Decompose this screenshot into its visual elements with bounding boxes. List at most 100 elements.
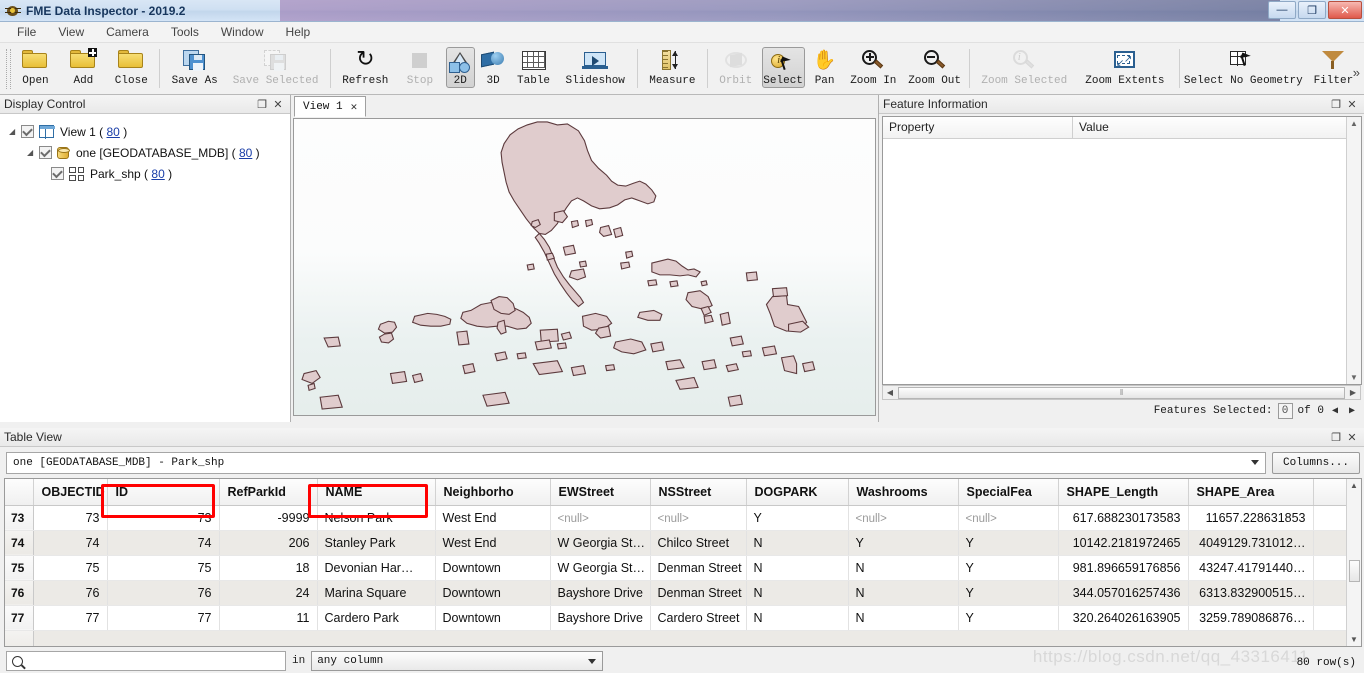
prev-feature-icon[interactable]: ◀	[1329, 405, 1341, 417]
tree-item-park-shp[interactable]: Park_shp ( 80 )	[5, 163, 289, 184]
column-header-objectid[interactable]: OBJECTID	[33, 479, 108, 506]
row-number[interactable]: 74	[5, 530, 34, 556]
checkbox-view-1[interactable]	[21, 125, 34, 138]
column-header-value[interactable]: Value	[1073, 117, 1115, 138]
next-feature-icon[interactable]: ▶	[1346, 405, 1358, 417]
column-header-ewstreet[interactable]: EWStreet	[550, 479, 651, 506]
tab-view-1[interactable]: View 1 ✕	[294, 96, 367, 117]
maximize-button[interactable]: ❐	[1298, 1, 1326, 19]
menu-item-help[interactable]: Help	[275, 23, 322, 41]
search-scope-select[interactable]: any column	[311, 651, 604, 671]
column-header-specialfea[interactable]: SpecialFea	[958, 479, 1059, 506]
row-number[interactable]: 76	[5, 580, 34, 606]
column-header-id[interactable]: ID	[107, 479, 220, 506]
scroll-down-icon[interactable]: ▼	[1350, 633, 1358, 646]
column-header-shape-area[interactable]: SHAPE_Area	[1188, 479, 1314, 506]
toolbar-button-measure[interactable]: Measure	[642, 43, 703, 94]
cell-specialfea: <null>	[958, 505, 1059, 531]
row-header-corner[interactable]	[5, 479, 34, 506]
column-header-washrooms[interactable]: Washrooms	[848, 479, 959, 506]
cell-objectid: 76	[33, 580, 108, 606]
column-header-refparkid[interactable]: RefParkId	[219, 479, 318, 506]
float-icon[interactable]: ❐	[1328, 430, 1344, 445]
toolbar-button-refresh[interactable]: ↻ Refresh	[335, 43, 396, 94]
scroll-down-icon[interactable]: ▼	[1350, 371, 1358, 384]
column-header-nsstreet[interactable]: NSStreet	[650, 479, 747, 506]
row-number[interactable]: 77	[5, 605, 34, 631]
column-header-name[interactable]: NAME	[317, 479, 436, 506]
tree-count-view-1[interactable]: 80	[107, 125, 120, 139]
feature-information-vscrollbar[interactable]: ▲ ▼	[1346, 117, 1361, 384]
close-icon[interactable]: ✕	[1344, 97, 1360, 112]
scroll-left-icon[interactable]: ◀	[883, 388, 897, 397]
float-icon[interactable]: ❐	[254, 97, 270, 112]
twisty-icon[interactable]: ◢	[9, 127, 21, 136]
toolbar-button-zoom-extents[interactable]: ↗ ↙ Zoom Extents	[1075, 43, 1176, 94]
toolbar-button-zoom-out[interactable]: Zoom Out	[904, 43, 965, 94]
map-canvas[interactable]	[293, 118, 876, 416]
tree-count-park-shp[interactable]: 80	[151, 167, 164, 181]
scroll-right-icon[interactable]: ▶	[1346, 388, 1360, 397]
close-icon[interactable]: ✕	[270, 97, 286, 112]
toolbar-button-table[interactable]: Table	[510, 43, 558, 94]
toolbar-button-close[interactable]: Close	[107, 43, 155, 94]
column-header-property[interactable]: Property	[883, 117, 1073, 138]
toolbar-button-slideshow[interactable]: Slideshow	[558, 43, 633, 94]
menu-item-tools[interactable]: Tools	[160, 23, 210, 41]
toolbar-label-open: Open	[22, 75, 49, 87]
toolbar-button-open[interactable]: Open	[12, 43, 60, 94]
toolbar-separator-3	[636, 49, 638, 88]
row-number[interactable]	[5, 630, 34, 646]
twisty-icon[interactable]: ◢	[27, 148, 39, 157]
table-row[interactable]: 74 74 74 206 Stanley Park West End W Geo…	[5, 530, 1346, 556]
search-input[interactable]	[6, 651, 286, 671]
dataset-selector[interactable]: one [GEODATABASE_MDB] - Park_shp	[6, 451, 1266, 474]
menu-item-window[interactable]: Window	[210, 23, 275, 41]
hscroll-thumb[interactable]: ‖	[898, 386, 1345, 399]
title-bar-gradient	[280, 0, 1280, 21]
row-number[interactable]: 73	[5, 505, 34, 531]
tree-item-dataset[interactable]: ◢ one [GEODATABASE_MDB] ( 80 )	[5, 142, 289, 163]
scroll-up-icon[interactable]: ▲	[1350, 479, 1358, 492]
column-header-neighborho[interactable]: Neighborho	[435, 479, 551, 506]
tree-item-view-1[interactable]: ◢ View 1 ( 80 )	[5, 121, 289, 142]
scroll-up-icon[interactable]: ▲	[1350, 117, 1358, 130]
toolbar-button-zoom-in[interactable]: Zoom In	[843, 43, 904, 94]
toolbar-button-select[interactable]: Select	[761, 47, 805, 88]
column-header-dogpark[interactable]: DOGPARK	[746, 479, 849, 506]
toolbar-overflow-button[interactable]: »	[1353, 65, 1360, 80]
toolbar-button-select-no-geometry[interactable]: Select No Geometry	[1184, 43, 1303, 94]
menu-item-camera[interactable]: Camera	[95, 23, 160, 41]
row-number[interactable]: 75	[5, 555, 34, 581]
close-icon[interactable]: ✕	[1344, 430, 1360, 445]
tab-close-icon[interactable]: ✕	[351, 100, 358, 114]
chevron-down-icon[interactable]	[1250, 459, 1259, 465]
toolbar-button-3d[interactable]: 3D	[477, 43, 510, 94]
menu-item-view[interactable]: View	[47, 23, 95, 41]
columns-button[interactable]: Columns...	[1271, 451, 1360, 474]
menu-item-file[interactable]: File	[6, 23, 47, 41]
toolbar-button-save-as[interactable]: Save As	[164, 43, 225, 94]
checkbox-park-shp[interactable]	[51, 167, 64, 180]
save-selected-icon	[263, 47, 288, 73]
table-view-toolbar: one [GEODATABASE_MDB] - Park_shp Columns…	[0, 447, 1364, 475]
table-row[interactable]: 75 75 75 18 Devonian Har… Downtown W Geo…	[5, 555, 1346, 581]
vscroll-thumb[interactable]	[1348, 560, 1360, 582]
tree-count-dataset[interactable]: 80	[239, 146, 252, 160]
float-icon[interactable]: ❐	[1328, 97, 1344, 112]
toolbar-button-add[interactable]: Add	[59, 43, 107, 94]
table-row-partial[interactable]	[5, 630, 1346, 646]
chevron-down-icon[interactable]	[588, 659, 597, 664]
table-row[interactable]: 77 77 77 11 Cardero Park Downtown Baysho…	[5, 605, 1346, 631]
features-selected-count[interactable]: 0	[1277, 403, 1293, 419]
table-vscrollbar[interactable]: ▲ ▼	[1346, 479, 1361, 646]
table-row[interactable]: 73 73 73 -9999 Nelson Park West End <nul…	[5, 505, 1346, 531]
toolbar-button-2d[interactable]: 2D	[445, 47, 475, 88]
toolbar-button-pan[interactable]: ✋ Pan	[807, 43, 843, 94]
close-button[interactable]: ✕	[1328, 1, 1362, 19]
checkbox-dataset[interactable]	[39, 146, 52, 159]
column-header-shape-length[interactable]: SHAPE_Length	[1058, 479, 1189, 506]
table-row[interactable]: 76 76 76 24 Marina Square Downtown Baysh…	[5, 580, 1346, 606]
feature-information-hscrollbar[interactable]: ◀ ‖ ▶	[882, 385, 1361, 400]
minimize-button[interactable]: —	[1268, 1, 1296, 19]
